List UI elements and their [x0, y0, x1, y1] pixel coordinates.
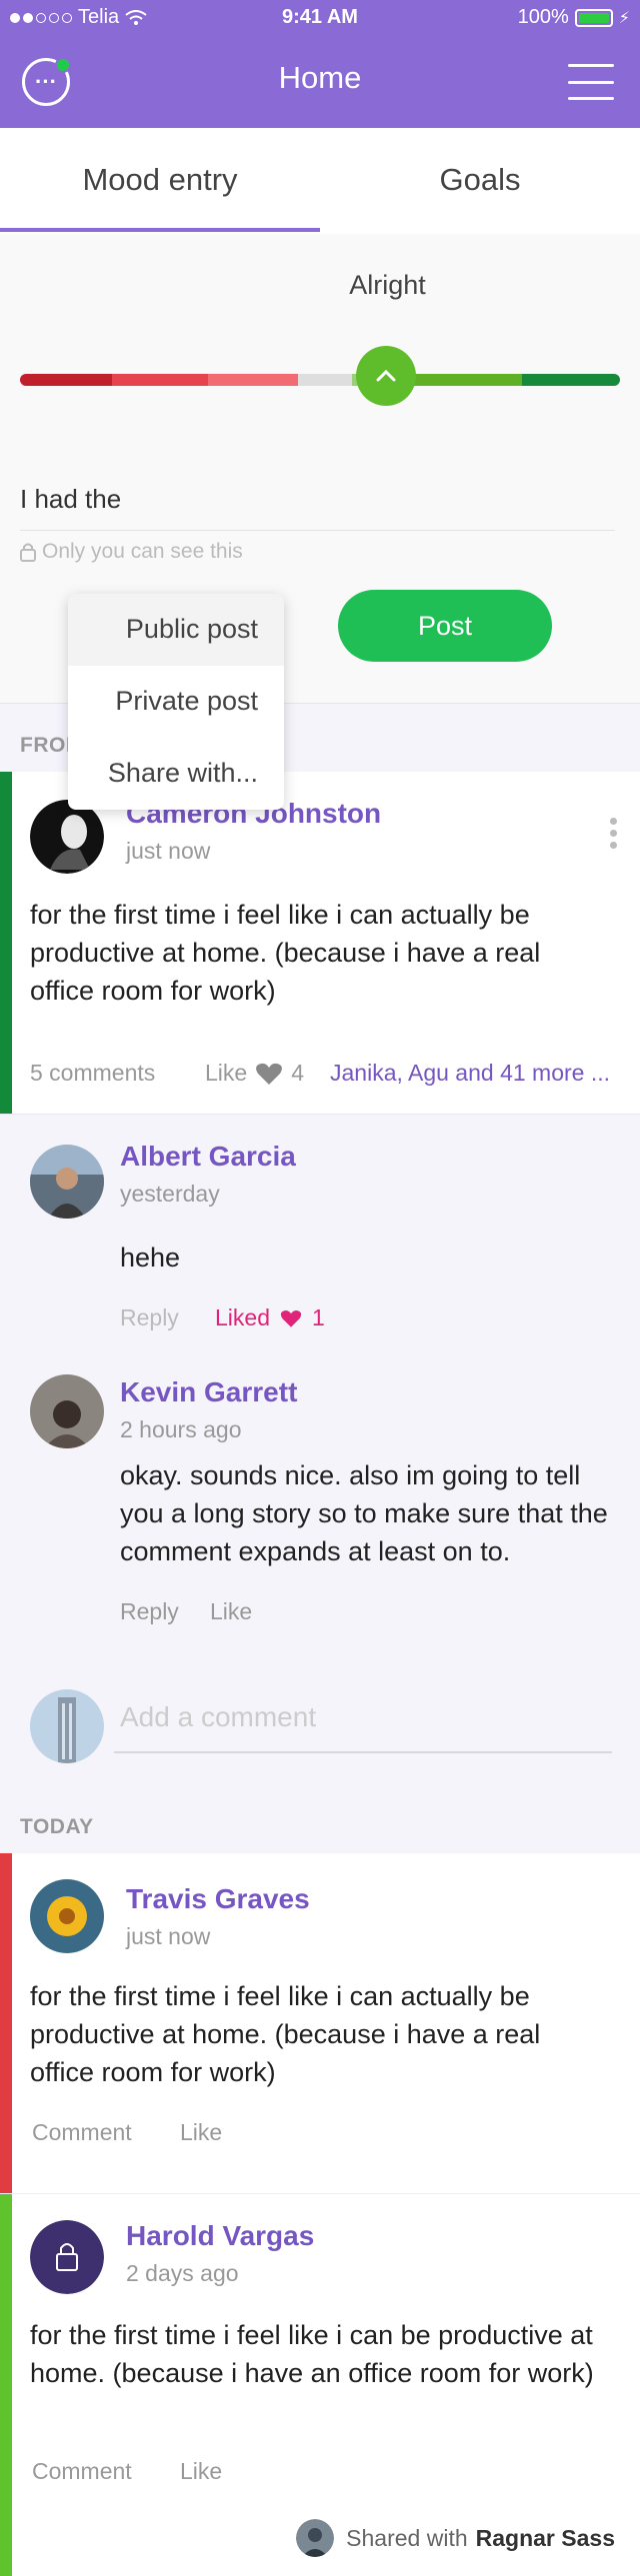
mood-entry-text[interactable]: I had the: [20, 484, 121, 515]
comments-section: Albert Garcia yesterday hehe Reply Liked…: [0, 1114, 640, 1799]
like-count: 4: [291, 1060, 304, 1086]
post-text: for the first time i feel like i can act…: [30, 900, 541, 1006]
comment-time: 2 hours ago: [120, 1416, 242, 1442]
post-author[interactable]: Travis Graves: [126, 1883, 310, 1915]
comment-text: okay. sounds nice. also im going to tell…: [120, 1460, 608, 1566]
post-author[interactable]: Harold Vargas: [126, 2220, 314, 2252]
add-comment-input[interactable]: Add a comment: [120, 1701, 316, 1733]
like-button[interactable]: Like: [180, 2458, 222, 2485]
mood-level-label: Alright: [349, 270, 426, 300]
like-label: Like: [205, 1060, 248, 1086]
shared-with: Shared with Ragnar Sass: [296, 2519, 615, 2557]
status-right: 100% ⚡: [518, 6, 630, 29]
menu-item-private-post[interactable]: Private post: [115, 686, 258, 717]
avatar[interactable]: [30, 800, 104, 874]
heart-icon: [280, 1309, 302, 1327]
avatar[interactable]: [30, 1374, 104, 1448]
post-text: for the first time i feel like i can act…: [30, 1981, 541, 2087]
battery-percent: 100%: [517, 6, 569, 28]
avatar[interactable]: [30, 1879, 104, 1953]
like-button[interactable]: Like: [180, 2119, 222, 2146]
post-time: just now: [126, 838, 211, 864]
feed-post: Cameron Johnston just now for the first …: [0, 772, 640, 1114]
section-label-today: TODAY: [20, 1815, 94, 1838]
liked-label: Liked: [215, 1304, 270, 1330]
menu-item-public-post[interactable]: Public post: [126, 614, 258, 645]
privacy-note-text: Only you can see this: [42, 540, 243, 563]
current-user-avatar: [30, 1689, 104, 1763]
heart-icon: [256, 1063, 283, 1085]
liked-toggle[interactable]: Liked 1: [215, 1304, 325, 1331]
entry-underline: [20, 530, 615, 531]
active-tab-indicator: [0, 228, 320, 232]
comment-author[interactable]: Albert Garcia: [120, 1141, 296, 1173]
like-group[interactable]: Like 4: [205, 1060, 304, 1087]
page-title: Home: [278, 60, 362, 95]
feed-post: Travis Graves just now for the first tim…: [0, 1853, 640, 2193]
mood-slider-track[interactable]: [20, 374, 620, 386]
reply-button[interactable]: Reply: [120, 1598, 179, 1625]
app-header: Telia 9:41 AM 100% ⚡ ··· Home: [0, 0, 640, 128]
like-button[interactable]: Like: [210, 1598, 252, 1625]
post-text: for the first time i feel like i can be …: [30, 2320, 594, 2388]
comment-author[interactable]: Kevin Garrett: [120, 1376, 297, 1408]
battery-icon: [574, 8, 613, 27]
hamburger-icon: [568, 64, 614, 67]
reply-button[interactable]: Reply: [120, 1304, 179, 1331]
tab-bar: Mood entry Goals: [0, 128, 640, 234]
status-bar: Telia 9:41 AM 100% ⚡: [0, 0, 640, 36]
shared-prefix: Shared with: [346, 2524, 468, 2551]
comment-button[interactable]: Comment: [32, 2458, 132, 2485]
menu-item-share-with[interactable]: Share with...: [108, 758, 258, 789]
shared-with-name[interactable]: Ragnar Sass: [476, 2525, 615, 2552]
add-comment-underline: [114, 1751, 612, 1753]
charging-icon: ⚡: [618, 9, 630, 27]
comments-count[interactable]: 5 comments: [30, 1060, 155, 1087]
comment-button[interactable]: Comment: [32, 2119, 132, 2146]
liked-count: 1: [311, 1304, 325, 1330]
avatar[interactable]: [30, 2220, 104, 2294]
more-options-icon[interactable]: [610, 818, 618, 849]
avatar: [296, 2519, 335, 2557]
post-time: just now: [126, 1923, 211, 1949]
post-time: 2 days ago: [126, 2260, 239, 2286]
lock-icon: [20, 543, 36, 562]
likers-list[interactable]: Janika, Agu and 41 more ...: [330, 1060, 610, 1087]
mood-bar: [0, 2194, 12, 2576]
mood-bar: [0, 1853, 12, 2193]
post-visibility-menu: Public post Private post Share with...: [68, 594, 284, 810]
post-button[interactable]: Post: [338, 590, 552, 662]
tab-mood-entry[interactable]: Mood entry: [0, 162, 320, 198]
avatar[interactable]: [30, 1145, 104, 1219]
chevron-up-icon: [376, 369, 396, 382]
privacy-note: Only you can see this: [20, 540, 243, 564]
tab-goals[interactable]: Goals: [320, 162, 640, 198]
menu-button[interactable]: [568, 64, 614, 100]
mood-slider-thumb[interactable]: [356, 346, 416, 406]
comment-time: yesterday: [120, 1181, 220, 1207]
mood-bar: [0, 772, 12, 1114]
comment-text: hehe: [120, 1243, 181, 1273]
